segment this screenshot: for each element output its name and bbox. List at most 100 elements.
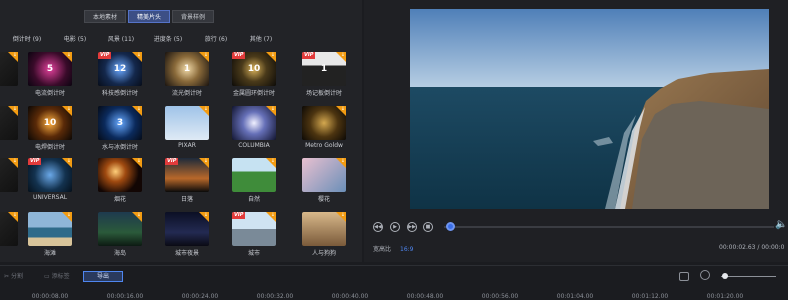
- playback-track[interactable]: [444, 226, 774, 228]
- intro-thumbnail: 1: [165, 52, 209, 86]
- split-label: 分割: [10, 273, 23, 280]
- intro-thumbnail: 10: [28, 106, 72, 140]
- intro-item[interactable]: ↓ 樱花: [302, 158, 346, 203]
- nature-icon: [232, 158, 276, 192]
- video-preview: [410, 9, 769, 209]
- intro-item[interactable]: 1 VIP ↓ 场记板倒计时: [302, 52, 346, 97]
- intro-thumbnail: [302, 158, 346, 192]
- zoom-slider[interactable]: [721, 276, 776, 277]
- aspect-value[interactable]: 16:9: [400, 246, 413, 253]
- intro-item[interactable]: 3 ↓ 水与冰倒计时: [98, 106, 142, 151]
- zoom-out-icon[interactable]: [700, 270, 710, 280]
- vip-badge: VIP: [28, 158, 42, 165]
- add-tag-label: 添标签: [51, 273, 70, 280]
- intro-label: 人与狗狗: [311, 250, 337, 257]
- intro-item[interactable]: ↓: [0, 106, 18, 140]
- play-button[interactable]: ▶: [390, 222, 400, 232]
- fit-icon[interactable]: [679, 272, 689, 281]
- thumbnail-glyph: 10: [247, 64, 261, 74]
- intro-item[interactable]: 10 VIP ↓ 金属圆环倒计时: [232, 52, 276, 97]
- intro-item[interactable]: 12 VIP ↓ 科技感倒计时: [98, 52, 142, 97]
- intro-label: 烟花: [113, 196, 127, 203]
- thumbnail-glyph: 1: [183, 64, 191, 74]
- intro-thumbnail: [232, 158, 276, 192]
- export-button[interactable]: 导出: [83, 271, 123, 282]
- intro-label: 场记板倒计时: [305, 90, 343, 97]
- intro-label: 海滩: [43, 250, 57, 257]
- forward-button[interactable]: ▶▶: [407, 222, 417, 232]
- intro-label: 樱花: [317, 196, 331, 203]
- aspect-ratio: 宽高比 16:9: [373, 244, 414, 253]
- thumbnail-glyph: 10: [43, 118, 57, 128]
- timeline-ruler[interactable]: 00:00:08.00 00:00:16.00 00:00:24.00 00:00:3…: [0, 288, 788, 300]
- timeline-tick: 00:00:40.00: [331, 293, 369, 300]
- stop-icon: ■: [425, 224, 431, 230]
- playhead-knob[interactable]: [446, 222, 455, 231]
- intro-thumbnail: [302, 106, 346, 140]
- thumbnail-glyph: 5: [46, 64, 54, 74]
- intro-item[interactable]: ↓ 海岛: [98, 212, 142, 257]
- people-dog-icon: [302, 212, 346, 246]
- vip-badge: VIP: [302, 52, 316, 59]
- intro-label: 电流倒计时: [34, 90, 66, 97]
- intro-label: 流光倒计时: [171, 90, 203, 97]
- intro-label: 日落: [180, 196, 194, 203]
- intro-item[interactable]: VIP ↓ UNIVERSAL: [28, 158, 72, 201]
- intro-item[interactable]: ↓ 人与狗狗: [302, 212, 346, 257]
- intro-label: 电焊倒计时: [34, 144, 66, 151]
- sakura-icon: [302, 158, 346, 192]
- intro-item[interactable]: VIP ↓ 城市: [232, 212, 276, 257]
- vip-badge: VIP: [232, 52, 246, 59]
- intro-thumbnail: [28, 212, 72, 246]
- media-library-panel: 本地素材 精美片头 背景样例 倒计时 (9) 电影 (5) 风景 (11) 进度…: [0, 0, 362, 262]
- intro-item[interactable]: 10 ↓ 电焊倒计时: [28, 106, 72, 151]
- intro-label: PIXAR: [178, 142, 196, 149]
- timeline-tick: 00:00:32.00: [256, 293, 294, 300]
- category-countdown[interactable]: 倒计时 (9): [13, 34, 41, 43]
- thumbnail-glyph: 3: [116, 118, 124, 128]
- intro-item[interactable]: 5 ↓ 电流倒计时: [28, 52, 72, 97]
- thumbnail-glyph: 12: [113, 64, 127, 74]
- intro-item[interactable]: ↓ PIXAR: [165, 106, 209, 149]
- category-other[interactable]: 其他 (7): [250, 34, 272, 43]
- intro-item[interactable]: 1 ↓ 流光倒计时: [165, 52, 209, 97]
- timecode: 00:00:02.63 / 00:00:0: [719, 244, 785, 251]
- intro-item[interactable]: ↓: [0, 52, 18, 86]
- intro-item[interactable]: ↓ 海滩: [28, 212, 72, 257]
- pixar-icon: [165, 106, 209, 140]
- tab-intros[interactable]: 精美片头: [128, 10, 171, 23]
- tab-local-media[interactable]: 本地素材: [84, 10, 127, 23]
- thumbnail-glyph: 1: [320, 64, 328, 74]
- category-movie[interactable]: 电影 (5): [64, 34, 86, 43]
- timeline-tick: 00:01:20.00: [706, 293, 744, 300]
- intro-item[interactable]: ↓ 烟花: [98, 158, 142, 203]
- category-travel[interactable]: 旅行 (6): [205, 34, 227, 43]
- volume-icon[interactable]: 🔈: [775, 219, 787, 230]
- zoom-knob[interactable]: [722, 273, 728, 279]
- intro-item[interactable]: ↓: [0, 212, 18, 246]
- category-progress-bar[interactable]: 进度条 (5): [154, 34, 182, 43]
- intro-item[interactable]: ↓ Metro Goldw: [302, 106, 346, 149]
- city-night-icon: [165, 212, 209, 246]
- intro-thumbnail: VIP: [28, 158, 72, 192]
- intro-item[interactable]: ↓ 城市夜景: [165, 212, 209, 257]
- intro-label: 水与冰倒计时: [101, 144, 139, 151]
- intro-item[interactable]: ↓ry: [0, 158, 18, 192]
- intro-item[interactable]: VIP ↓ 日落: [165, 158, 209, 203]
- timeline-tick: 00:00:48.00: [406, 293, 444, 300]
- timeline-tick: 00:01:04.00: [556, 293, 594, 300]
- category-scenery[interactable]: 风景 (11): [108, 34, 134, 43]
- timeline-tick: 00:00:24.00: [181, 293, 219, 300]
- intro-thumbnail: [302, 212, 346, 246]
- split-button[interactable]: ✂ 分割: [4, 271, 23, 280]
- export-label: 导出: [96, 273, 109, 280]
- intro-item[interactable]: ↓ 自然: [232, 158, 276, 203]
- intro-label: 海岛: [113, 250, 127, 257]
- rewind-button[interactable]: ◀◀: [373, 222, 383, 232]
- intro-item[interactable]: ↓ COLUMBIA: [232, 106, 276, 149]
- category-bar: 倒计时 (9) 电影 (5) 风景 (11) 进度条 (5) 旅行 (6) 其他…: [0, 34, 362, 46]
- add-tag-button[interactable]: ▭ 添标签: [44, 271, 70, 280]
- tab-background-samples[interactable]: 背景样例: [172, 10, 215, 23]
- stop-button[interactable]: ■: [423, 222, 433, 232]
- forward-icon: ▶▶: [408, 224, 416, 230]
